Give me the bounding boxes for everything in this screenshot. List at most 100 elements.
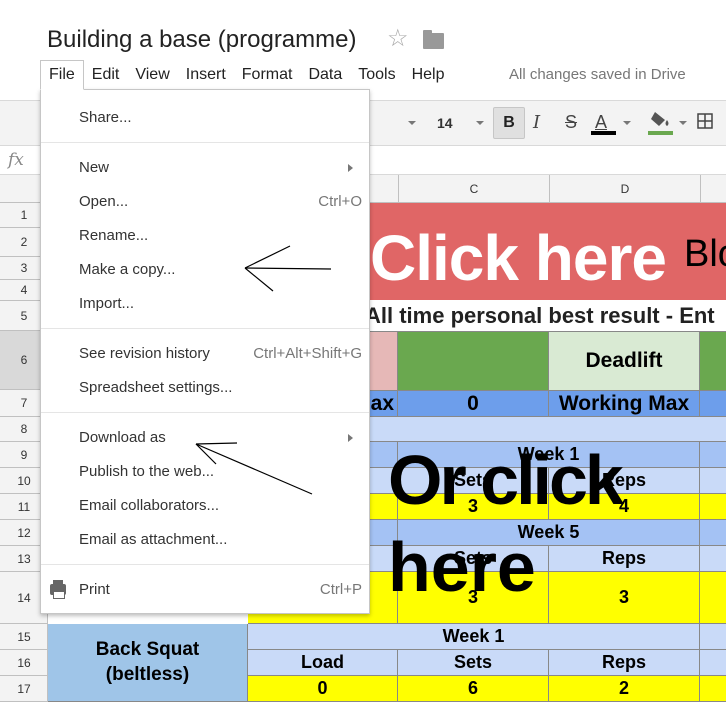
sets-value-cell[interactable]: 3 xyxy=(398,494,549,520)
sheet-cell[interactable] xyxy=(700,520,726,546)
menu-help[interactable]: Help xyxy=(404,60,453,90)
submenu-arrow-icon xyxy=(348,434,353,442)
column-header-d[interactable]: D xyxy=(549,175,700,203)
reps-value-cell[interactable]: 2 xyxy=(549,676,700,702)
sets-header-cell[interactable]: Sets xyxy=(398,546,549,572)
text-color-button[interactable]: A xyxy=(595,112,607,133)
font-size-dropdown-arrow-icon[interactable] xyxy=(476,121,484,125)
menu-item-email-attachment[interactable]: Email as attachment... xyxy=(41,525,369,555)
back-squat-label-cell[interactable]: Back Squat (beltless) xyxy=(48,624,248,702)
week-5-header-cell[interactable]: Week 5 xyxy=(398,520,700,546)
text-color-swatch xyxy=(591,131,616,135)
menu-item-spreadsheet-settings[interactable]: Spreadsheet settings... xyxy=(41,373,369,403)
menu-item-label: Make a copy... xyxy=(79,261,176,278)
italic-button[interactable]: I xyxy=(533,112,540,133)
reps-header-cell[interactable]: Reps xyxy=(549,468,700,494)
sheet-cell[interactable] xyxy=(700,391,726,417)
sheet-cell[interactable] xyxy=(700,572,726,624)
menu-item-shortcut: Ctrl+Alt+Shift+G xyxy=(253,345,362,362)
week-1-header-cell[interactable]: Week 1 xyxy=(398,442,700,468)
deadlift-working-max-cell[interactable]: Working Max xyxy=(549,391,700,417)
week-1-header-cell[interactable]: Week 1 xyxy=(248,624,700,650)
working-max-value-cell[interactable]: 0 xyxy=(398,391,549,417)
menu-item-label: Download as xyxy=(79,429,166,446)
menu-separator xyxy=(41,142,369,143)
borders-icon[interactable] xyxy=(697,113,713,129)
reps-header-cell[interactable]: Reps xyxy=(549,650,700,676)
menu-item-label: Publish to the web... xyxy=(79,463,215,480)
banner-side-text: Blo xyxy=(684,233,726,275)
menu-item-label: Share... xyxy=(79,109,132,126)
reps-value-cell[interactable]: 4 xyxy=(549,494,700,520)
row-header[interactable]: 17 xyxy=(0,676,48,702)
menu-item-revision-history[interactable]: See revision history Ctrl+Alt+Shift+G xyxy=(41,339,369,369)
menu-item-print[interactable]: Print Ctrl+P xyxy=(41,575,369,605)
menu-separator xyxy=(41,412,369,413)
fx-icon: fx xyxy=(8,150,24,170)
load-value-cell[interactable]: 0 xyxy=(248,676,398,702)
strikethrough-button[interactable]: S xyxy=(565,112,577,133)
sheet-cell[interactable] xyxy=(700,546,726,572)
sheet-cell[interactable] xyxy=(700,676,726,702)
menu-item-make-a-copy[interactable]: Make a copy... xyxy=(41,255,369,285)
menu-tools[interactable]: Tools xyxy=(350,60,403,90)
menu-item-new[interactable]: New xyxy=(41,153,369,183)
fill-color-dropdown-arrow-icon[interactable] xyxy=(679,121,687,125)
file-menu-dropdown: Share... New Open... Ctrl+O Rename... Ma… xyxy=(40,89,370,614)
menu-bar: File Edit View Insert Format Data Tools … xyxy=(40,60,453,90)
font-size-select[interactable]: 14 xyxy=(437,115,453,131)
menu-data[interactable]: Data xyxy=(300,60,350,90)
load-header-cell[interactable]: Load xyxy=(248,650,398,676)
text-color-dropdown-arrow-icon[interactable] xyxy=(623,121,631,125)
sets-value-cell[interactable]: 3 xyxy=(398,572,549,624)
save-status[interactable]: All changes saved in Drive xyxy=(509,66,686,83)
banner-click-here-text: Click here xyxy=(370,222,667,294)
row-header[interactable]: 16 xyxy=(0,650,48,676)
menu-insert[interactable]: Insert xyxy=(178,60,234,90)
submenu-arrow-icon xyxy=(348,164,353,172)
menu-item-share[interactable]: Share... xyxy=(41,103,369,133)
menu-item-label: Spreadsheet settings... xyxy=(79,379,233,396)
font-dropdown-arrow-icon[interactable] xyxy=(408,121,416,125)
menu-separator xyxy=(41,328,369,329)
reps-value-cell[interactable]: 3 xyxy=(549,572,700,624)
menu-file[interactable]: File xyxy=(40,60,84,90)
column-header-c[interactable]: C xyxy=(398,175,549,203)
menu-separator xyxy=(41,564,369,565)
reps-header-cell[interactable]: Reps xyxy=(549,546,700,572)
menu-item-label: Rename... xyxy=(79,227,149,244)
menu-item-import[interactable]: Import... xyxy=(41,289,369,319)
sets-header-cell[interactable]: Sets xyxy=(398,468,549,494)
star-icon[interactable]: ☆ xyxy=(387,27,409,51)
sets-value-cell[interactable]: 6 xyxy=(398,676,549,702)
fill-color-icon[interactable] xyxy=(649,110,673,130)
row-header[interactable]: 15 xyxy=(0,624,48,650)
menu-item-download-as[interactable]: Download as xyxy=(41,423,369,453)
menu-item-label: Email collaborators... xyxy=(79,497,220,514)
column-header-e[interactable] xyxy=(700,175,726,203)
printer-icon xyxy=(50,580,66,599)
menu-edit[interactable]: Edit xyxy=(84,60,128,90)
sheet-cell[interactable] xyxy=(700,442,726,468)
sheet-cell[interactable] xyxy=(398,332,549,391)
deadlift-header-cell[interactable]: Deadlift xyxy=(549,332,700,391)
menu-item-email-collaborators[interactable]: Email collaborators... xyxy=(41,491,369,521)
menu-item-publish[interactable]: Publish to the web... xyxy=(41,457,369,487)
bold-button[interactable]: B xyxy=(493,107,525,139)
menu-format[interactable]: Format xyxy=(234,60,301,90)
sheet-cell[interactable] xyxy=(700,624,726,650)
sheet-cell[interactable] xyxy=(700,494,726,520)
menu-item-label: Import... xyxy=(79,295,135,312)
sheet-cell[interactable] xyxy=(700,332,726,391)
menu-item-label: Open... xyxy=(79,193,129,210)
menu-item-shortcut: Ctrl+O xyxy=(318,193,362,210)
sheet-cell[interactable] xyxy=(700,468,726,494)
document-title[interactable]: Building a base (programme) xyxy=(47,26,356,54)
menu-item-rename[interactable]: Rename... xyxy=(41,221,369,251)
menu-item-label: New xyxy=(79,159,110,176)
sheet-cell[interactable] xyxy=(700,650,726,676)
folder-icon[interactable] xyxy=(423,30,444,49)
sets-header-cell[interactable]: Sets xyxy=(398,650,549,676)
menu-view[interactable]: View xyxy=(127,60,177,90)
menu-item-open[interactable]: Open... Ctrl+O xyxy=(41,187,369,217)
